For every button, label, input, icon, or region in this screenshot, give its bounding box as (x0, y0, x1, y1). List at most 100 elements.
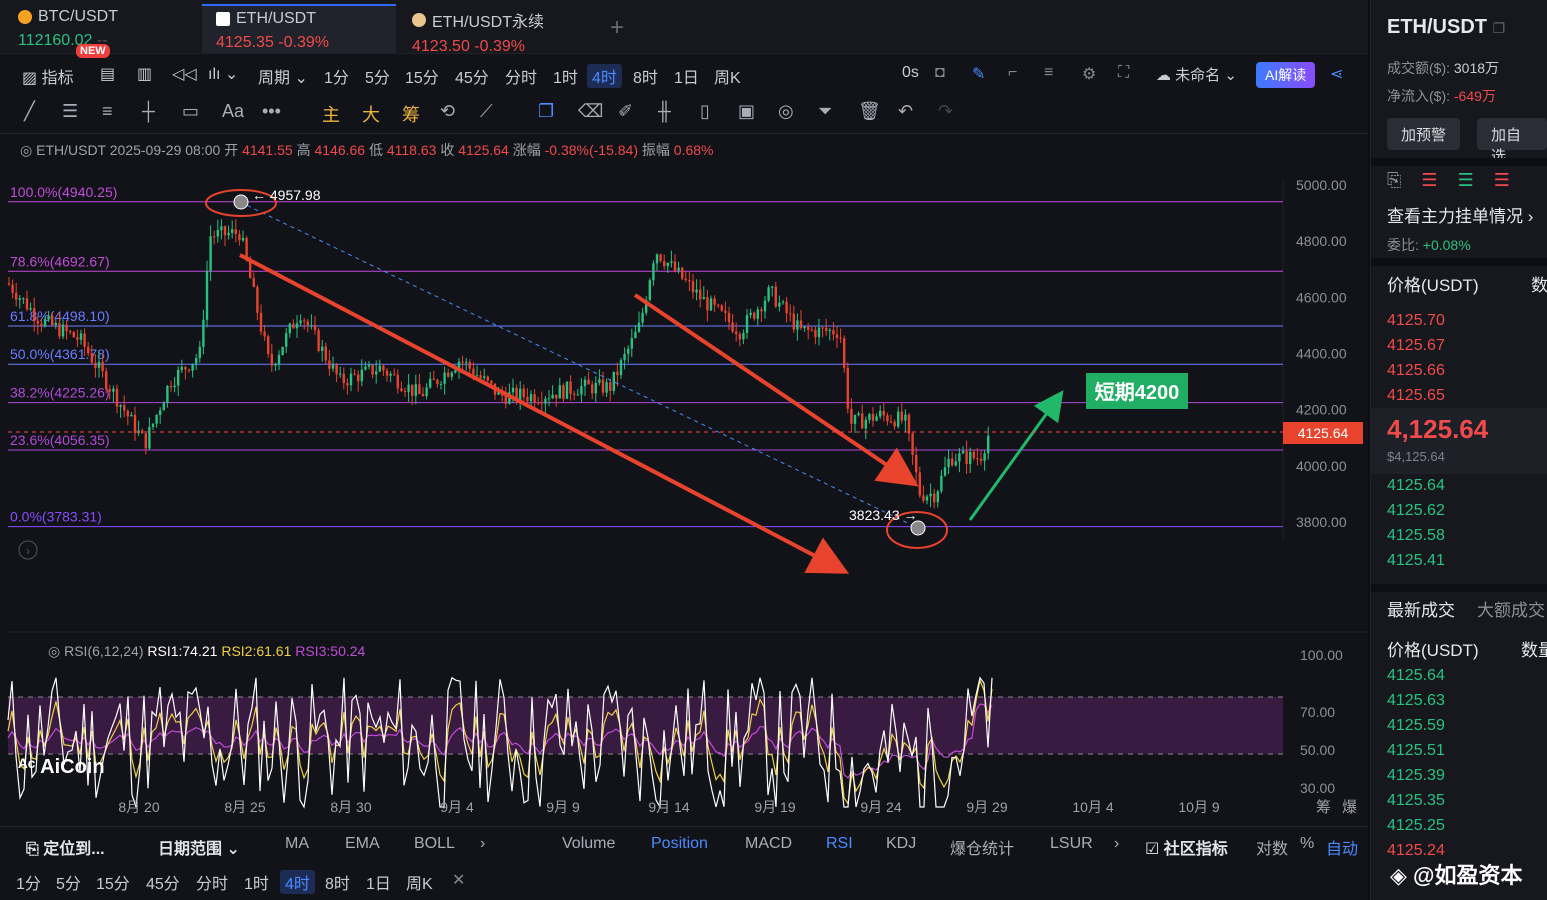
interval-1h[interactable]: 1时 (553, 64, 578, 88)
indicator-button[interactable]: ▨ 指标 (22, 64, 74, 88)
bid-row[interactable]: 4125.41 (1387, 552, 1445, 570)
ask-row[interactable]: 4125.66 (1387, 362, 1445, 380)
rsi-settings-icon[interactable]: ◎ (48, 643, 60, 659)
copy-symbol-icon[interactable]: ❐ (1493, 20, 1506, 36)
magnet-icon[interactable]: ◎ (778, 101, 794, 122)
close-icon[interactable]: ✕ (452, 870, 465, 890)
ind-rsi[interactable]: RSI (826, 835, 853, 853)
auto-toggle[interactable]: 自动 (1326, 835, 1358, 859)
ind-lsur[interactable]: LSUR (1050, 835, 1093, 853)
sub-more-icon[interactable]: › (1114, 835, 1119, 853)
candle-tool-icon[interactable]: ╫ (658, 101, 671, 122)
ratio-label: 委比: (1387, 237, 1419, 253)
community-indicators[interactable]: ☑ 社区指标 (1145, 835, 1228, 859)
clipboard-icon[interactable]: ▯ (700, 101, 710, 122)
interval-4h[interactable]: 4时 (587, 64, 622, 88)
chip-button[interactable]: 筹 (402, 101, 420, 127)
b-interval-8h[interactable]: 8时 (325, 870, 350, 894)
log-toggle[interactable]: 对数 (1256, 835, 1288, 859)
add-favorite-button[interactable]: 加自选 (1477, 118, 1547, 165)
trash-icon[interactable]: 🗑 (858, 101, 881, 122)
interval-15m[interactable]: 15分 (405, 64, 439, 88)
rect-tool-icon[interactable]: ▭ (182, 101, 199, 122)
ask-row[interactable]: 4125.65 (1387, 387, 1445, 405)
undo-icon[interactable]: ↶ (898, 101, 913, 122)
period-dropdown[interactable]: 周期 ⌄ (258, 64, 308, 88)
add-alert-button[interactable]: 加预警 (1387, 118, 1461, 150)
b-interval-4h[interactable]: 4时 (280, 870, 315, 894)
main-more-icon[interactable]: › (480, 835, 485, 853)
b-interval-1m[interactable]: 1分 (16, 870, 41, 894)
big-trades-tab[interactable]: 大额成交 (1477, 596, 1545, 621)
share-icon[interactable]: ⋖ (1330, 64, 1343, 84)
price-chart[interactable]: 100.0%(4940.25)78.6%(4692.67)61.8%(4498.… (0, 160, 1368, 820)
eraser-icon[interactable]: ⌫ (578, 101, 603, 122)
interval-8h[interactable]: 8时 (633, 64, 658, 88)
brush-icon[interactable]: ✐ (618, 101, 633, 122)
copy-icon[interactable]: ❐ (538, 101, 554, 122)
ind-liquidation[interactable]: 爆仓统计 (950, 835, 1014, 859)
crop-icon[interactable]: ⌐ (1008, 64, 1017, 82)
add-tab-icon[interactable]: + (610, 14, 624, 42)
locate-button[interactable]: ⎘ 定位到... (26, 835, 105, 859)
list-icon[interactable]: ≡ (1044, 64, 1053, 82)
ind-macd[interactable]: MACD (745, 835, 792, 853)
b-interval-45m[interactable]: 45分 (146, 870, 180, 894)
line-tool-icon[interactable]: ╱ (24, 101, 35, 122)
percent-toggle[interactable]: % (1300, 835, 1314, 853)
trades-tab[interactable]: 最新成交 (1387, 596, 1455, 621)
b-interval-1h[interactable]: 1时 (244, 870, 269, 894)
date-range-dropdown[interactable]: 日期范围 ⌄ (158, 835, 240, 859)
hline-tool-icon[interactable]: ┼ (142, 101, 155, 122)
ask-row[interactable]: 4125.70 (1387, 312, 1445, 330)
tab-eth-usdt[interactable]: ETH/USDT 4125.35 -0.39% (202, 4, 396, 54)
ask-row[interactable]: 4125.67 (1387, 337, 1445, 355)
text-tool-button[interactable]: Aa (222, 101, 244, 122)
bid-row[interactable]: 4125.62 (1387, 502, 1445, 520)
depth-link[interactable]: 查看主力挂单情况 › (1387, 202, 1533, 227)
measure-icon[interactable]: ⟋ (480, 101, 493, 122)
channel-tool-icon[interactable]: ≡ (102, 101, 113, 122)
interval-1m[interactable]: 1分 (324, 64, 349, 88)
pencil-icon[interactable]: ✎ (972, 64, 985, 84)
filter-icon[interactable]: ⏷ (818, 101, 832, 122)
eye-icon[interactable]: ◎ (20, 142, 32, 158)
layout-icon[interactable]: ▥ (137, 64, 152, 84)
interval-timeshare[interactable]: 分时 (505, 64, 537, 88)
rewind-icon[interactable]: ◁◁ (172, 64, 197, 84)
ind-boll[interactable]: BOLL (414, 835, 455, 853)
interval-45m[interactable]: 45分 (455, 64, 489, 88)
b-interval-15m[interactable]: 15分 (96, 870, 130, 894)
main-force-button[interactable]: 主 (322, 101, 340, 127)
sync-icon[interactable]: ⟲ (440, 101, 455, 122)
fullscreen-icon[interactable]: ⛶ (1118, 64, 1129, 82)
b-interval-5m[interactable]: 5分 (56, 870, 81, 894)
interval-1w[interactable]: 周K (714, 64, 741, 88)
ind-position[interactable]: Position (651, 835, 708, 853)
b-interval-timeshare[interactable]: 分时 (196, 870, 228, 894)
ind-volume[interactable]: Volume (562, 835, 615, 853)
candle-body (774, 286, 777, 307)
candle-type-button[interactable]: ılı ⌄ (208, 64, 238, 84)
redo-icon[interactable]: ↷ (938, 101, 953, 122)
settings-icon[interactable]: ⚙ (1082, 64, 1096, 84)
hlines-tool-icon[interactable]: ☰ (62, 101, 78, 122)
big-order-button[interactable]: 大 (362, 101, 380, 127)
bid-row[interactable]: 4125.58 (1387, 527, 1445, 545)
ind-kdj[interactable]: KDJ (886, 835, 916, 853)
note-icon[interactable]: ▣ (738, 101, 755, 122)
ai-interpret-button[interactable]: AI解读 (1256, 62, 1316, 88)
layout-name-dropdown[interactable]: ☁ 未命名 ⌄ (1156, 64, 1237, 85)
bid-row[interactable]: 4125.64 (1387, 477, 1445, 495)
orderbook-view-icons[interactable]: ⎘ ☰ ☰ ☰ (1387, 170, 1510, 191)
interval-1d[interactable]: 1日 (674, 64, 699, 88)
ind-ma[interactable]: MA (285, 835, 309, 853)
camera-icon[interactable]: ◘ (935, 64, 945, 82)
tab-eth-usdt-perp[interactable]: ETH/USDT永续 4123.50 -0.39% (398, 4, 598, 55)
b-interval-1d[interactable]: 1日 (366, 870, 391, 894)
calendar-icon[interactable]: ▤ (100, 64, 115, 84)
interval-5m[interactable]: 5分 (365, 64, 390, 88)
b-interval-1w[interactable]: 周K (406, 870, 433, 894)
ind-ema[interactable]: EMA (345, 835, 380, 853)
more-tools-icon[interactable]: ••• (262, 101, 281, 122)
